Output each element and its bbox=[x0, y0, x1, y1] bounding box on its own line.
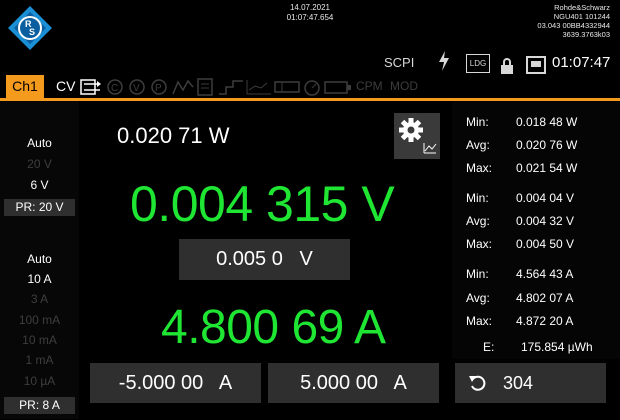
ramp-icon[interactable] bbox=[172, 78, 194, 96]
header-date: 14.07.2021 bbox=[289, 3, 331, 12]
svg-text:P: P bbox=[155, 83, 162, 94]
current-min-value: 4.564 43 A bbox=[516, 267, 574, 281]
current-range-3a[interactable]: 3 A bbox=[0, 292, 79, 306]
list-icon[interactable] bbox=[196, 78, 216, 96]
gear-icon bbox=[399, 118, 437, 154]
svg-text:C: C bbox=[111, 83, 118, 94]
voltage-range-20v[interactable]: 20 V bbox=[0, 157, 79, 171]
constant-voltage-icon[interactable]: V bbox=[128, 78, 146, 96]
svg-text:S: S bbox=[29, 27, 35, 37]
current-range-10a[interactable]: 10 A bbox=[0, 272, 79, 286]
logging-icon[interactable] bbox=[246, 78, 272, 96]
undo-count: 304 bbox=[503, 373, 534, 393]
current-range-1ma[interactable]: 1 mA bbox=[0, 353, 79, 367]
voltage-range-6v[interactable]: 6 V bbox=[0, 178, 79, 192]
fast-log-icon[interactable] bbox=[274, 78, 300, 96]
power-avg-value: 0.020 76 W bbox=[516, 138, 578, 152]
remote-lightning-icon bbox=[439, 51, 449, 71]
power-min-label: Min: bbox=[466, 115, 489, 129]
constant-current-icon[interactable]: C bbox=[106, 78, 124, 96]
header-datetime: 14.07.2021 01:07:47.654 bbox=[250, 3, 370, 23]
power-reading: 0.020 71 W bbox=[117, 123, 230, 148]
voltage-avg-label: Avg: bbox=[466, 214, 490, 228]
energy-value: 175.854 µWh bbox=[521, 340, 593, 354]
remote-sense-icon[interactable] bbox=[80, 78, 102, 96]
firmware-version: 03.043 00BB4332944 bbox=[537, 21, 610, 30]
model-serial: NGU401 101244 bbox=[553, 12, 610, 21]
voltage-min-value: 0.004 04 V bbox=[516, 191, 575, 205]
current-max-label: Max: bbox=[466, 314, 493, 328]
meter-icon[interactable] bbox=[302, 78, 322, 96]
settings-button[interactable] bbox=[394, 113, 440, 159]
current-protection-range[interactable]: PR: 8 A bbox=[4, 397, 75, 414]
current-range-auto[interactable]: Auto bbox=[0, 252, 79, 266]
brand-name: Rohde&Schwarz bbox=[554, 3, 610, 12]
voltage-range-auto[interactable]: Auto bbox=[0, 136, 79, 150]
current-max-value: 4.872 20 A bbox=[516, 314, 574, 328]
current-range-10ua[interactable]: 10 µA bbox=[0, 374, 79, 388]
current-min-label: Min: bbox=[466, 267, 489, 281]
current-range-100ma[interactable]: 100 mA bbox=[0, 313, 79, 327]
status-bar: SCPI LDG 01:07:47 bbox=[380, 51, 620, 76]
voltage-max-value: 0.004 50 V bbox=[516, 237, 575, 251]
ldg-indicator: LDG bbox=[466, 54, 490, 73]
channel-tab-ch1[interactable]: Ch1 bbox=[6, 75, 44, 98]
power-max-label: Max: bbox=[466, 161, 493, 175]
option-version: 3639.3763k03 bbox=[562, 30, 610, 39]
power-avg-label: Avg: bbox=[466, 138, 490, 152]
current-avg-value: 4.802 07 A bbox=[516, 291, 574, 305]
current-range-10ma[interactable]: 10 mA bbox=[0, 333, 79, 347]
rohde-schwarz-logo: R S bbox=[8, 6, 52, 50]
constant-power-icon[interactable]: P bbox=[150, 78, 168, 96]
scpi-indicator: SCPI bbox=[384, 55, 415, 70]
mod-label[interactable]: MOD bbox=[390, 75, 418, 98]
chart-icon bbox=[423, 143, 437, 154]
clock: 01:07:47 bbox=[552, 54, 611, 71]
energy-label: E: bbox=[483, 340, 495, 354]
current-avg-label: Avg: bbox=[466, 291, 490, 305]
current-reading: 4.800 69 A bbox=[161, 301, 386, 354]
voltage-setpoint-button[interactable]: 0.005 0 V bbox=[179, 239, 350, 280]
battery-icon[interactable] bbox=[324, 78, 352, 96]
power-max-value: 0.021 54 W bbox=[516, 161, 578, 175]
undo-icon bbox=[469, 375, 486, 391]
screenshot-icon[interactable] bbox=[526, 54, 546, 76]
current-positive-limit-button[interactable]: 5.000 00 A bbox=[268, 363, 439, 403]
mode-cv: CV bbox=[56, 78, 76, 94]
voltage-max-label: Max: bbox=[466, 237, 493, 251]
voltage-min-label: Min: bbox=[466, 191, 489, 205]
svg-text:V: V bbox=[133, 83, 140, 94]
current-negative-limit-button[interactable]: -5.000 00 A bbox=[90, 363, 261, 403]
cpm-label[interactable]: CPM bbox=[356, 75, 383, 98]
voltage-reading: 0.004 315 V bbox=[130, 176, 395, 232]
device-info: Rohde&Schwarz NGU401 101244 03.043 00BB4… bbox=[470, 3, 610, 39]
voltage-protection-range[interactable]: PR: 20 V bbox=[4, 199, 75, 216]
step-icon[interactable] bbox=[218, 78, 244, 96]
header-time: 01:07:47.654 bbox=[286, 13, 334, 22]
voltage-avg-value: 0.004 32 V bbox=[516, 214, 575, 228]
power-min-value: 0.018 48 W bbox=[516, 115, 578, 129]
